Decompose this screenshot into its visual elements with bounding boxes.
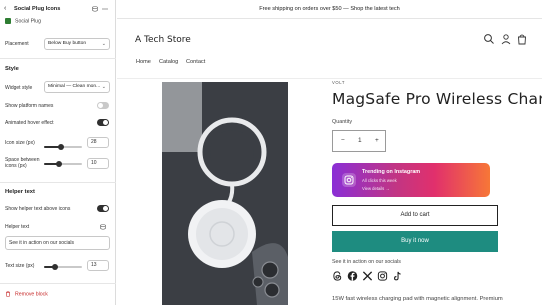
back-chevron-icon[interactable]: ‹ xyxy=(4,5,6,12)
chevron-down-icon: ⌄ xyxy=(101,41,106,47)
space-between-input[interactable]: 10 xyxy=(87,158,109,169)
animated-hover-toggle[interactable] xyxy=(97,119,109,126)
database-icon[interactable] xyxy=(100,224,106,230)
tiktok-icon[interactable] xyxy=(392,270,403,282)
minus-icon[interactable]: − xyxy=(341,131,345,151)
remove-block-button[interactable]: Remove block xyxy=(5,291,48,297)
x-icon[interactable] xyxy=(362,270,373,282)
text-size-input[interactable]: 13 xyxy=(87,260,109,271)
editor-panel: ‹ Social Plug Icons Social Plug Placemen… xyxy=(0,0,116,305)
widget-style-value: Minimal — Clean mon... xyxy=(48,84,101,89)
product-photo-illustration xyxy=(162,82,288,305)
widget-style-select[interactable]: Minimal — Clean mon... ⌄ xyxy=(44,81,110,93)
chevron-down-icon: ⌄ xyxy=(101,84,106,90)
cart-icon[interactable] xyxy=(516,33,528,45)
nav-home[interactable]: Home xyxy=(136,59,151,65)
nav-catalog[interactable]: Catalog xyxy=(159,59,178,65)
buy-now-button[interactable]: Buy it now xyxy=(332,231,498,252)
placement-value: Below Buy button xyxy=(48,41,87,46)
app-name: Social Plug xyxy=(15,18,41,25)
header-divider xyxy=(117,78,542,79)
slider-thumb[interactable] xyxy=(52,264,59,270)
instagram-card-title: Trending on Instagram xyxy=(362,169,421,175)
search-icon[interactable] xyxy=(483,33,495,45)
instagram-card-link[interactable]: View details → xyxy=(362,186,390,191)
social-helper-text: See it in action on our socials xyxy=(332,259,401,265)
icon-size-label: Icon size (px) xyxy=(5,140,35,146)
panel-header: ‹ Social Plug Icons xyxy=(0,3,116,15)
slider-thumb[interactable] xyxy=(58,144,65,150)
animated-hover-label: Animated hover effect xyxy=(5,120,54,126)
divider xyxy=(0,283,116,284)
product-description: 15W fast wireless charging pad with magn… xyxy=(332,296,503,302)
divider xyxy=(0,182,116,183)
facebook-icon[interactable] xyxy=(347,270,358,282)
helper-text-label: Helper text xyxy=(5,224,30,230)
instagram-badge xyxy=(342,173,356,187)
toggle-knob xyxy=(98,103,103,108)
style-section-heading: Style xyxy=(5,66,19,72)
show-platform-names-label: Show platform names xyxy=(5,103,54,109)
nav-contact[interactable]: Contact xyxy=(186,59,205,65)
space-between-slider[interactable] xyxy=(44,161,82,167)
quantity-label: Quantity xyxy=(332,119,353,125)
text-size-label: Text size (px) xyxy=(5,263,35,269)
icon-size-slider[interactable] xyxy=(44,144,82,150)
more-icon[interactable] xyxy=(102,6,108,12)
icon-size-input[interactable]: 28 xyxy=(87,137,109,148)
add-to-cart-button[interactable]: Add to cart xyxy=(332,205,498,226)
instagram-trending-card[interactable]: Trending on Instagram All clicks this we… xyxy=(332,163,490,197)
account-icon[interactable] xyxy=(500,33,512,45)
text-size-slider[interactable] xyxy=(44,264,82,270)
helper-text-input[interactable]: See it in action on our socials xyxy=(5,236,110,250)
app-source: Social Plug xyxy=(5,18,41,26)
store-preview: Free shipping on orders over $50 — Shop … xyxy=(117,0,542,305)
placement-label: Placement xyxy=(5,41,29,47)
toggle-knob xyxy=(103,206,108,211)
show-helper-label: Show helper text above icons xyxy=(5,206,71,212)
divider xyxy=(0,58,116,59)
product-image[interactable] xyxy=(162,82,288,305)
helper-section-heading: Helper text xyxy=(5,189,35,195)
app-logo-icon xyxy=(5,18,11,24)
store-logo[interactable]: A Tech Store xyxy=(135,35,191,45)
slider-thumb[interactable] xyxy=(56,161,63,167)
show-helper-toggle[interactable] xyxy=(97,205,109,212)
quantity-stepper[interactable]: − 1 + xyxy=(332,130,386,152)
plus-icon[interactable]: + xyxy=(375,131,379,151)
toggle-knob xyxy=(103,120,108,125)
space-between-label: Space between icons (px) xyxy=(5,157,40,169)
instagram-card-subtitle: All clicks this week xyxy=(362,178,397,183)
product-title: MagSafe Pro Wireless Charger xyxy=(332,90,542,108)
threads-icon[interactable] xyxy=(332,270,343,282)
block-title: Social Plug Icons xyxy=(14,6,61,12)
quantity-value[interactable]: 1 xyxy=(358,131,362,151)
instagram-icon[interactable] xyxy=(377,270,388,282)
placement-select[interactable]: Below Buy button ⌄ xyxy=(44,38,110,50)
announcement-bar: Free shipping on orders over $50 — Shop … xyxy=(117,0,542,19)
show-platform-names-toggle[interactable] xyxy=(97,102,109,109)
remove-block-label: Remove block xyxy=(15,291,48,298)
product-vendor: VOLT xyxy=(332,80,346,85)
instagram-icon xyxy=(344,175,354,185)
trash-icon xyxy=(6,291,10,297)
database-icon[interactable] xyxy=(92,6,98,12)
widget-style-label: Widget style xyxy=(5,85,33,91)
